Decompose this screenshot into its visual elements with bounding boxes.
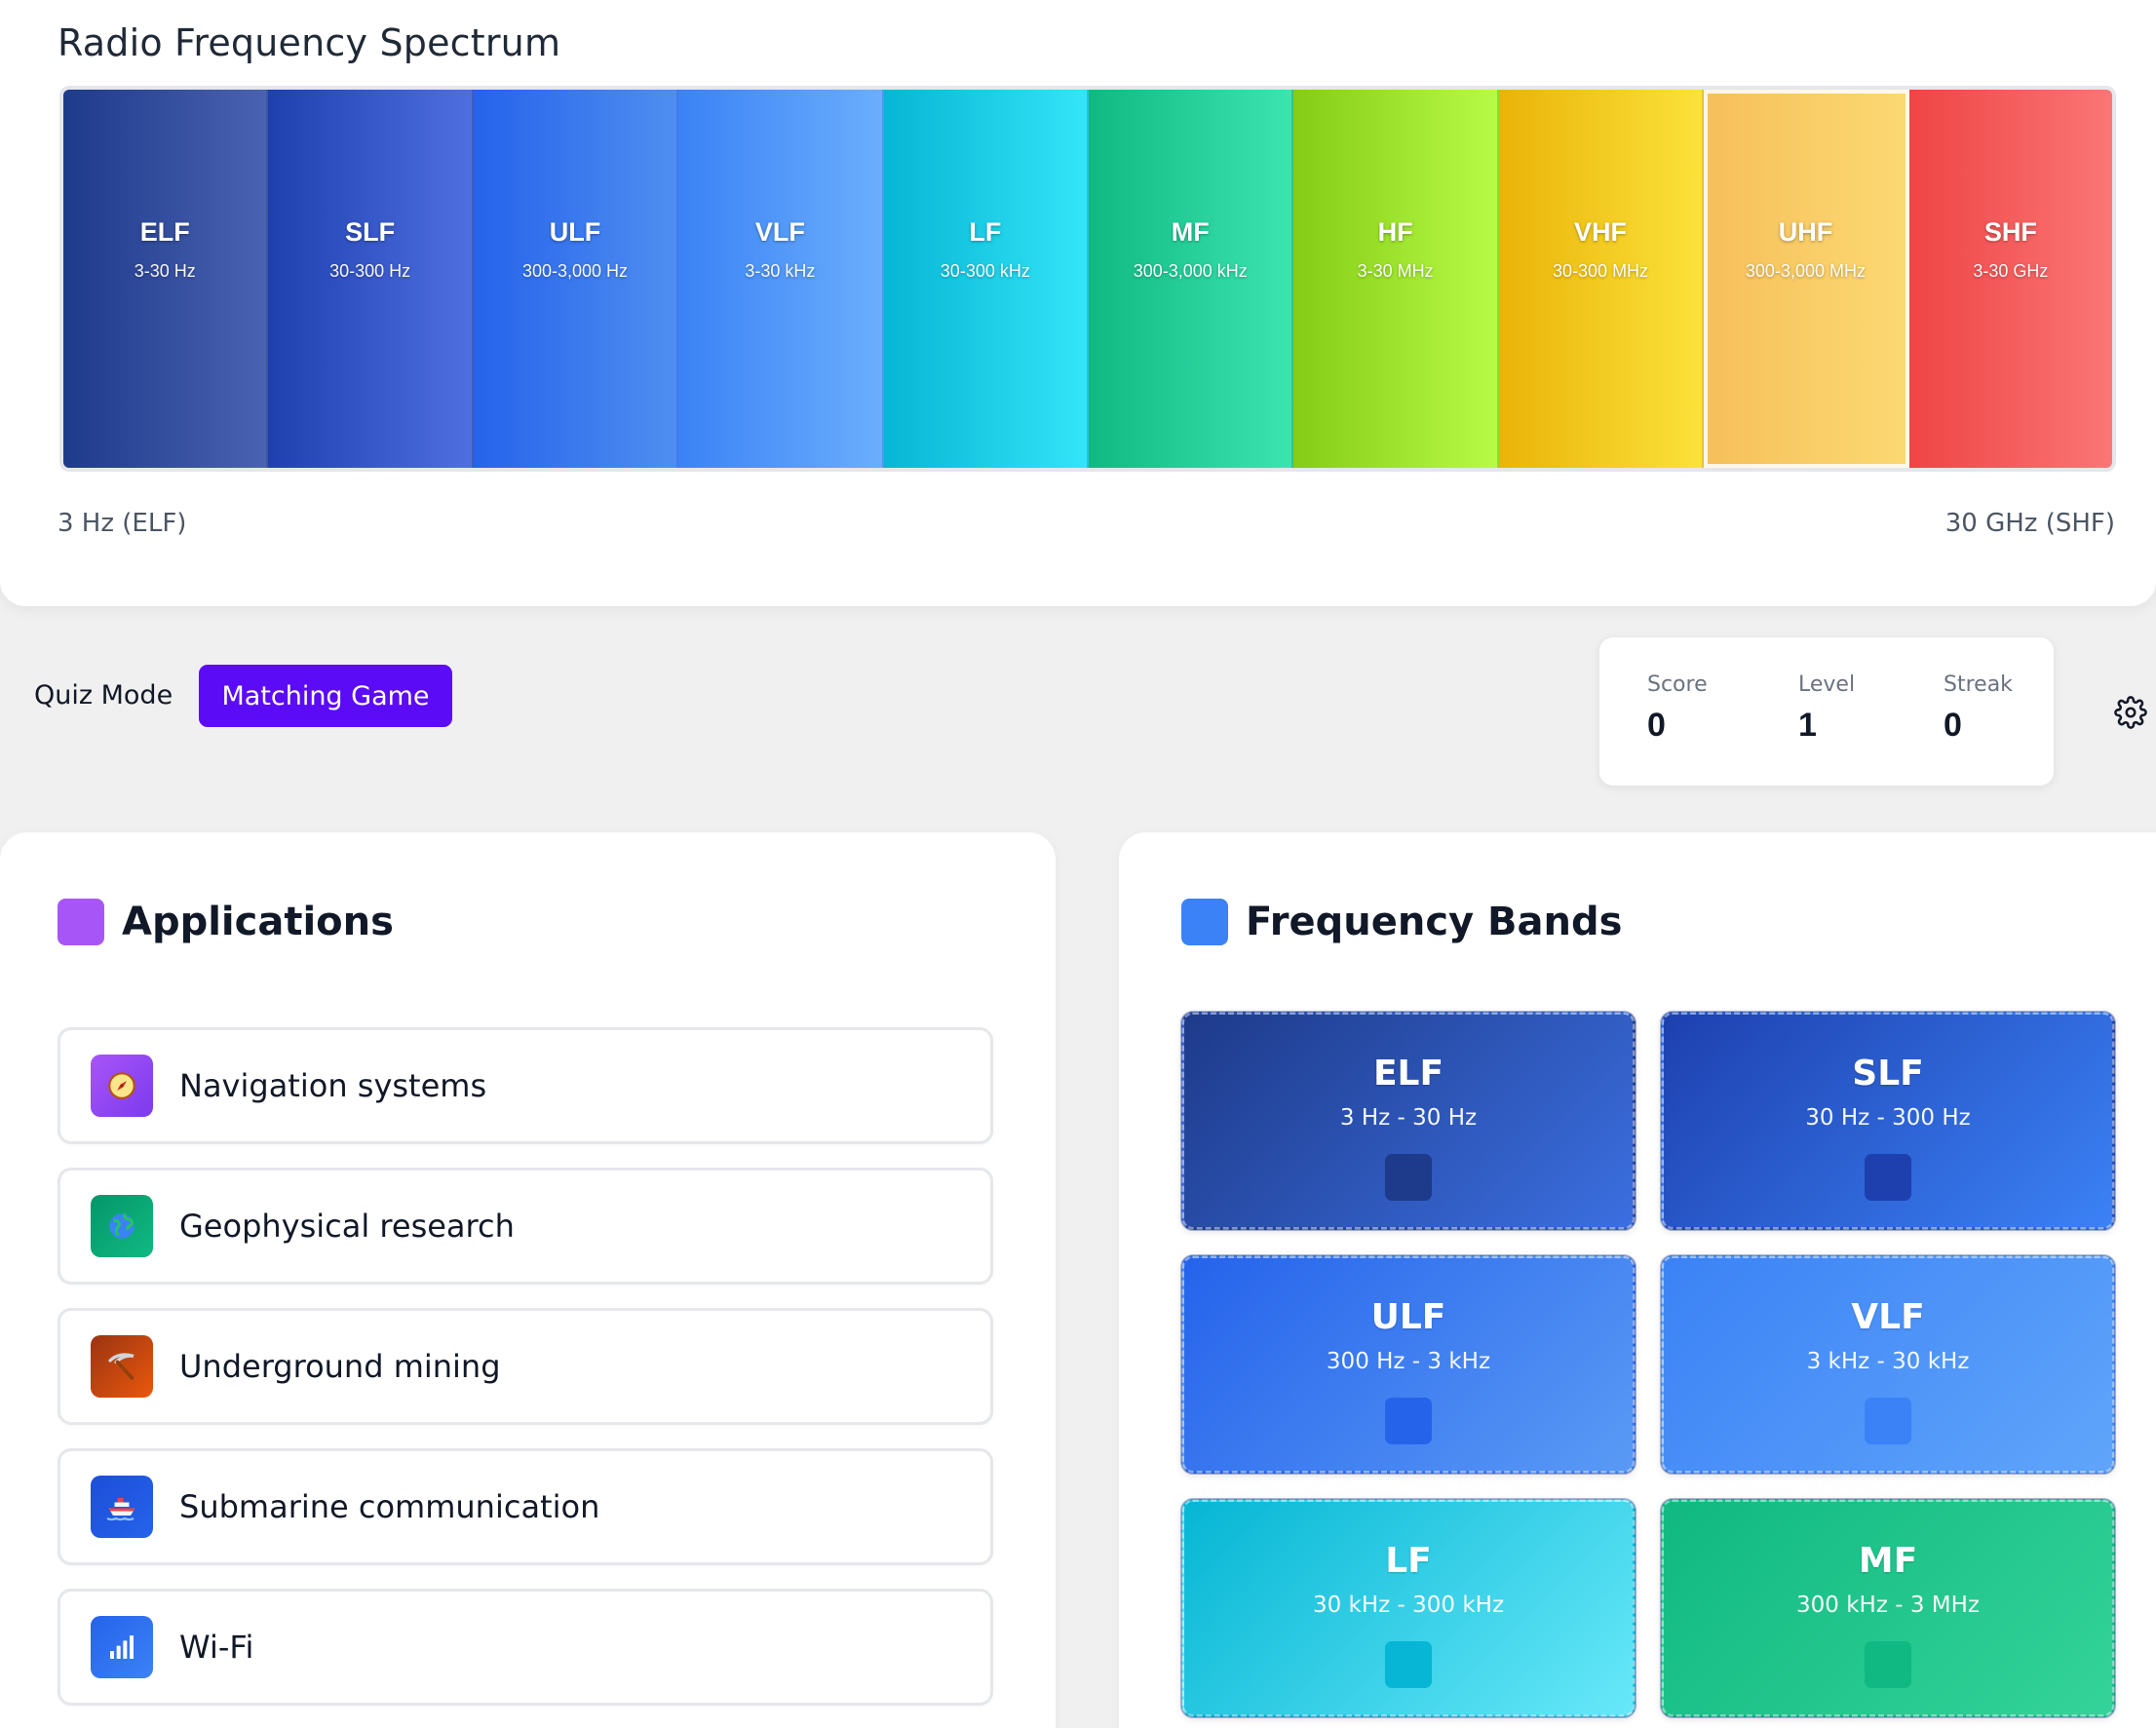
application-label: Geophysical research bbox=[179, 1208, 515, 1245]
spectrum-title: Radio Frequency Spectrum bbox=[58, 21, 561, 64]
frequency-bands-title: Frequency Bands bbox=[1246, 900, 1623, 944]
spectrum-band-lf[interactable]: LF 30-300 kHz bbox=[883, 90, 1090, 468]
gear-icon bbox=[2114, 696, 2147, 729]
streak-stat: Streak 0 bbox=[1944, 672, 2013, 745]
band-card-name: LF bbox=[1385, 1541, 1432, 1581]
spectrum-band-name: HF bbox=[1377, 217, 1413, 247]
spectrum-band-name: VLF bbox=[754, 217, 805, 247]
application-item-underground-mining[interactable]: Underground mining bbox=[58, 1308, 993, 1425]
spectrum-band-range: 3-30 GHz bbox=[1973, 261, 2049, 281]
application-item-geophysical-research[interactable]: Geophysical research bbox=[58, 1168, 993, 1285]
application-label: Submarine communication bbox=[179, 1488, 600, 1525]
drop-slot[interactable] bbox=[1385, 1641, 1432, 1688]
level-stat: Level 1 bbox=[1798, 672, 1855, 745]
score-stat: Score 0 bbox=[1647, 672, 1708, 745]
range-low-label: 3 Hz (ELF) bbox=[58, 509, 187, 538]
application-item-wi-fi[interactable]: Wi-Fi bbox=[58, 1589, 993, 1706]
band-card-name: VLF bbox=[1851, 1297, 1925, 1337]
applications-swatch bbox=[58, 899, 104, 945]
spectrum-band-name: MF bbox=[1171, 217, 1210, 247]
spectrum-band-ulf[interactable]: ULF 300-3,000 Hz bbox=[473, 90, 679, 468]
spectrum-band-name: LF bbox=[969, 217, 1002, 247]
band-card-range: 3 Hz - 30 Hz bbox=[1339, 1105, 1478, 1131]
band-card-range: 300 Hz - 3 kHz bbox=[1326, 1349, 1491, 1374]
spectrum-band-range: 300-3,000 kHz bbox=[1133, 261, 1248, 281]
pickaxe-icon bbox=[91, 1335, 153, 1398]
frequency-bands-swatch bbox=[1181, 899, 1228, 945]
spectrum-band-name: ULF bbox=[549, 217, 601, 247]
band-card-name: SLF bbox=[1852, 1054, 1924, 1094]
spectrum-band-name: VHF bbox=[1574, 217, 1628, 247]
spectrum-band-range: 300-3,000 Hz bbox=[521, 261, 629, 281]
applications-panel: Applications Navigation systems Geophysic… bbox=[0, 832, 1056, 1728]
globe-icon bbox=[91, 1195, 153, 1257]
spectrum-band-shf[interactable]: SHF 3-30 GHz bbox=[1908, 90, 2112, 468]
applications-header: Applications bbox=[58, 899, 394, 945]
level-label: Level bbox=[1798, 672, 1856, 697]
band-card-lf[interactable]: LF 30 kHz - 300 kHz bbox=[1180, 1498, 1636, 1718]
spectrum-card: Radio Frequency Spectrum ELF 3-30 Hz SLF 30… bbox=[0, 0, 2156, 606]
spectrum-band-range: 3-30 MHz bbox=[1357, 261, 1434, 281]
spectrum-band-hf[interactable]: HF 3-30 MHz bbox=[1293, 90, 1499, 468]
spectrum-band-elf[interactable]: ELF 3-30 Hz bbox=[63, 90, 269, 468]
band-card-range: 30 Hz - 300 Hz bbox=[1805, 1105, 1971, 1131]
band-card-ulf[interactable]: ULF 300 Hz - 3 kHz bbox=[1180, 1254, 1636, 1475]
frequency-band-grid: ELF 3 Hz - 30 Hz SLF 30 Hz - 300 Hz ULF 300 H… bbox=[1180, 1011, 2117, 1718]
application-item-navigation-systems[interactable]: Navigation systems bbox=[58, 1027, 993, 1144]
streak-label: Streak bbox=[1944, 672, 2013, 697]
compass-icon bbox=[91, 1055, 153, 1117]
spectrum-band-range: 3-30 Hz bbox=[134, 261, 196, 281]
band-card-range: 300 kHz - 3 MHz bbox=[1796, 1593, 1980, 1618]
level-value: 1 bbox=[1798, 707, 1817, 744]
streak-value: 0 bbox=[1944, 707, 1962, 744]
spectrum-band-vhf[interactable]: VHF 30-300 MHz bbox=[1498, 90, 1705, 468]
band-card-name: ELF bbox=[1372, 1054, 1444, 1094]
spectrum-band-slf[interactable]: SLF 30-300 Hz bbox=[268, 90, 474, 468]
spectrum-band-range: 30-300 MHz bbox=[1553, 261, 1649, 281]
spectrum-band-name: ELF bbox=[139, 217, 190, 247]
drop-slot[interactable] bbox=[1865, 1398, 1911, 1444]
band-card-slf[interactable]: SLF 30 Hz - 300 Hz bbox=[1660, 1011, 2116, 1231]
spectrum-band-range: 30-300 kHz bbox=[940, 261, 1030, 281]
band-card-mf[interactable]: MF 300 kHz - 3 MHz bbox=[1660, 1498, 2116, 1718]
ship-icon bbox=[91, 1476, 153, 1538]
spectrum-band-mf[interactable]: MF 300-3,000 kHz bbox=[1089, 90, 1294, 468]
band-card-name: MF bbox=[1858, 1541, 1918, 1581]
drop-slot[interactable] bbox=[1385, 1154, 1432, 1201]
band-card-range: 3 kHz - 30 kHz bbox=[1806, 1349, 1970, 1374]
application-list: Navigation systems Geophysical research Un… bbox=[58, 1027, 993, 1728]
application-item-submarine-communication[interactable]: Submarine communication bbox=[58, 1448, 993, 1565]
score-label: Score bbox=[1647, 672, 1708, 697]
band-card-elf[interactable]: ELF 3 Hz - 30 Hz bbox=[1180, 1011, 1636, 1231]
drop-slot[interactable] bbox=[1865, 1641, 1911, 1688]
band-card-name: ULF bbox=[1370, 1297, 1446, 1337]
application-label: Underground mining bbox=[179, 1348, 501, 1385]
range-high-label: 30 GHz (SHF) bbox=[1944, 509, 2115, 538]
drop-slot[interactable] bbox=[1865, 1154, 1911, 1201]
spectrum-band-range: 300-3,000 MHz bbox=[1745, 261, 1866, 281]
signal-bars-icon bbox=[91, 1616, 153, 1678]
frequency-bands-panel: Frequency Bands ELF 3 Hz - 30 Hz SLF 30 Hz … bbox=[1119, 832, 2156, 1728]
spectrum-band-range: 3-30 kHz bbox=[745, 261, 816, 281]
spectrum-band-name: SHF bbox=[1983, 217, 2037, 247]
stats-card: Score 0 Level 1 Streak 0 bbox=[1599, 637, 2054, 786]
frequency-bands-header: Frequency Bands bbox=[1181, 899, 1622, 945]
application-label: Navigation systems bbox=[179, 1067, 487, 1104]
application-label: Wi-Fi bbox=[179, 1629, 254, 1666]
spectrum-band-name: UHF bbox=[1778, 217, 1833, 247]
spectrum-band-vlf[interactable]: VLF 3-30 kHz bbox=[678, 90, 884, 468]
drop-slot[interactable] bbox=[1385, 1398, 1432, 1444]
score-value: 0 bbox=[1647, 707, 1666, 744]
spectrum-band-name: SLF bbox=[345, 217, 396, 247]
spectrum-band-uhf[interactable]: UHF 300-3,000 MHz bbox=[1704, 90, 1909, 468]
band-card-vlf[interactable]: VLF 3 kHz - 30 kHz bbox=[1660, 1254, 2116, 1475]
applications-title: Applications bbox=[122, 900, 394, 944]
spectrum-band-range: 30-300 Hz bbox=[329, 261, 411, 281]
settings-button[interactable] bbox=[2113, 695, 2148, 730]
quiz-mode-label: Quiz Mode bbox=[34, 680, 173, 710]
band-card-range: 30 kHz - 300 kHz bbox=[1312, 1593, 1505, 1618]
spectrum-bar: ELF 3-30 Hz SLF 30-300 Hz ULF 300-3,000 Hz VLF… bbox=[59, 86, 2116, 472]
matching-game-button[interactable]: Matching Game bbox=[199, 665, 452, 727]
